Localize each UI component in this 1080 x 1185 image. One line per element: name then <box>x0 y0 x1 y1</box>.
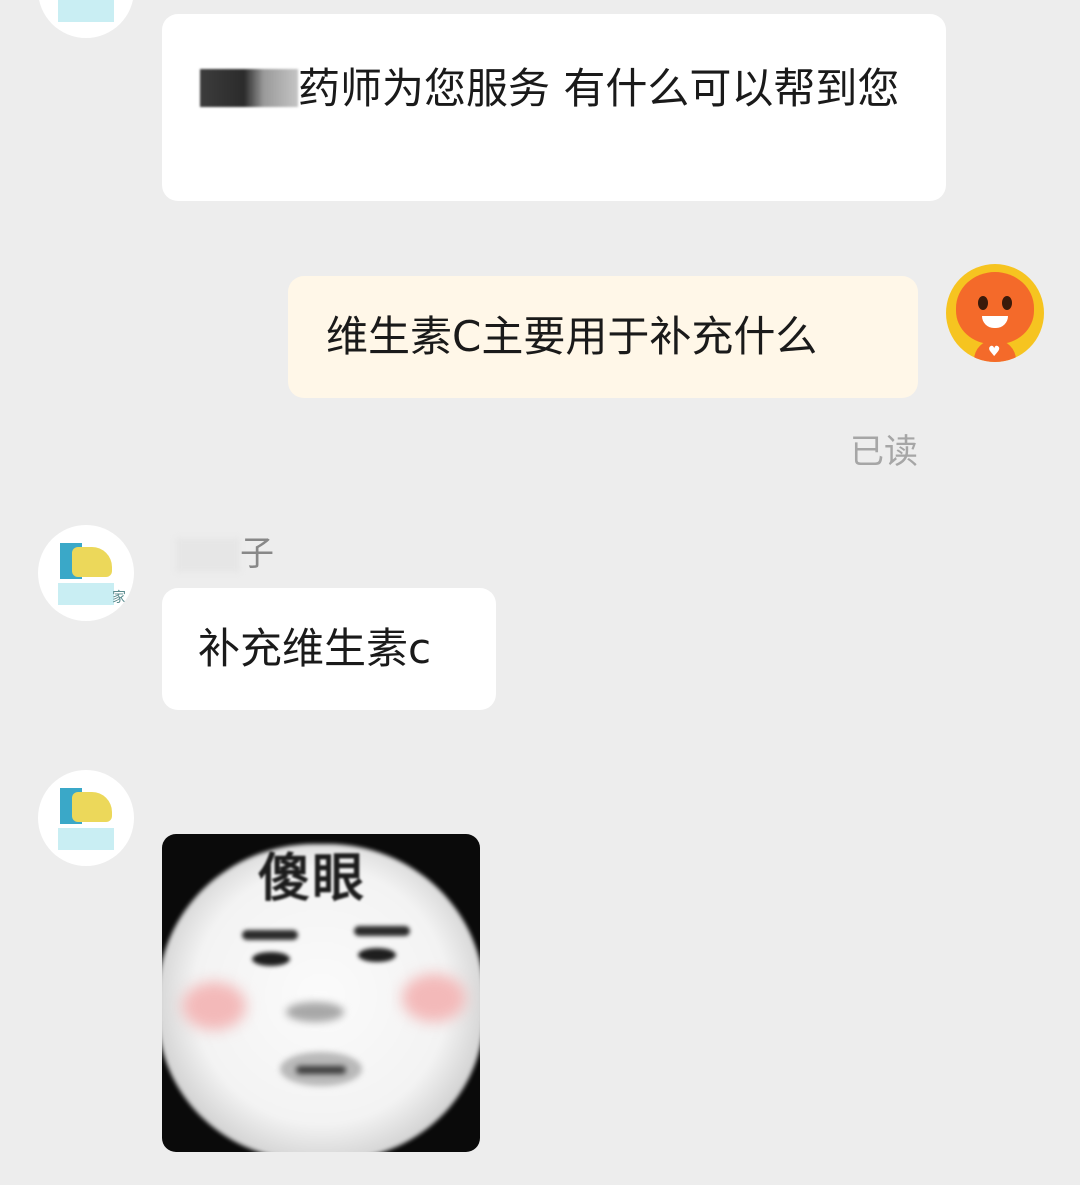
read-status: 已读 <box>850 432 918 472</box>
pharmacy-logo-avatar-icon[interactable] <box>38 770 134 866</box>
sticker-brow <box>354 926 410 936</box>
pharmacy-logo-avatar-icon[interactable]: 家 <box>38 525 134 621</box>
store-logo-shape <box>72 792 112 822</box>
sticker-nose <box>286 1002 344 1022</box>
store-logo-shape <box>58 0 114 22</box>
mascot-eye <box>1002 296 1012 310</box>
sticker-eye <box>358 948 396 962</box>
message-text: 药师为您服务 有什么可以帮到您 <box>298 64 900 113</box>
orange-mascot-avatar-icon[interactable]: ♥ <box>946 264 1044 362</box>
store-logo-shape <box>58 583 114 605</box>
redacted-text <box>200 69 298 107</box>
sticker-eye <box>252 952 290 966</box>
sticker-cheek <box>402 974 466 1022</box>
chat-screen: 药师为您服务 有什么可以帮到您 维生素C主要用于补充什么 ♥ 已读 家 子 补充… <box>0 0 1080 1185</box>
pharmacist-avatar-top[interactable] <box>38 0 134 38</box>
message-text: 补充维生素c <box>198 624 432 673</box>
sender-name: 子 <box>240 534 274 574</box>
sticker-caption: 傻眼 <box>258 849 367 909</box>
store-logo-shape <box>72 547 112 577</box>
redacted-sender-name <box>176 538 240 572</box>
mascot-eye <box>978 296 988 310</box>
store-tag: 家 <box>112 590 126 606</box>
mascot-face <box>956 272 1034 344</box>
store-logo-shape <box>58 828 114 850</box>
sticker-cheek <box>182 982 246 1030</box>
incoming-message-bubble[interactable]: 补充维生素c <box>162 588 496 710</box>
message-text: 维生素C主要用于补充什么 <box>326 312 818 361</box>
sticker-mouth <box>280 1052 362 1086</box>
sticker-brow <box>242 930 298 940</box>
outgoing-message-bubble[interactable]: 维生素C主要用于补充什么 <box>288 276 918 398</box>
heart-icon: ♥ <box>988 344 1001 360</box>
sticker-image[interactable]: 傻眼 <box>162 834 480 1152</box>
incoming-message-bubble[interactable]: 药师为您服务 有什么可以帮到您 <box>162 14 946 201</box>
